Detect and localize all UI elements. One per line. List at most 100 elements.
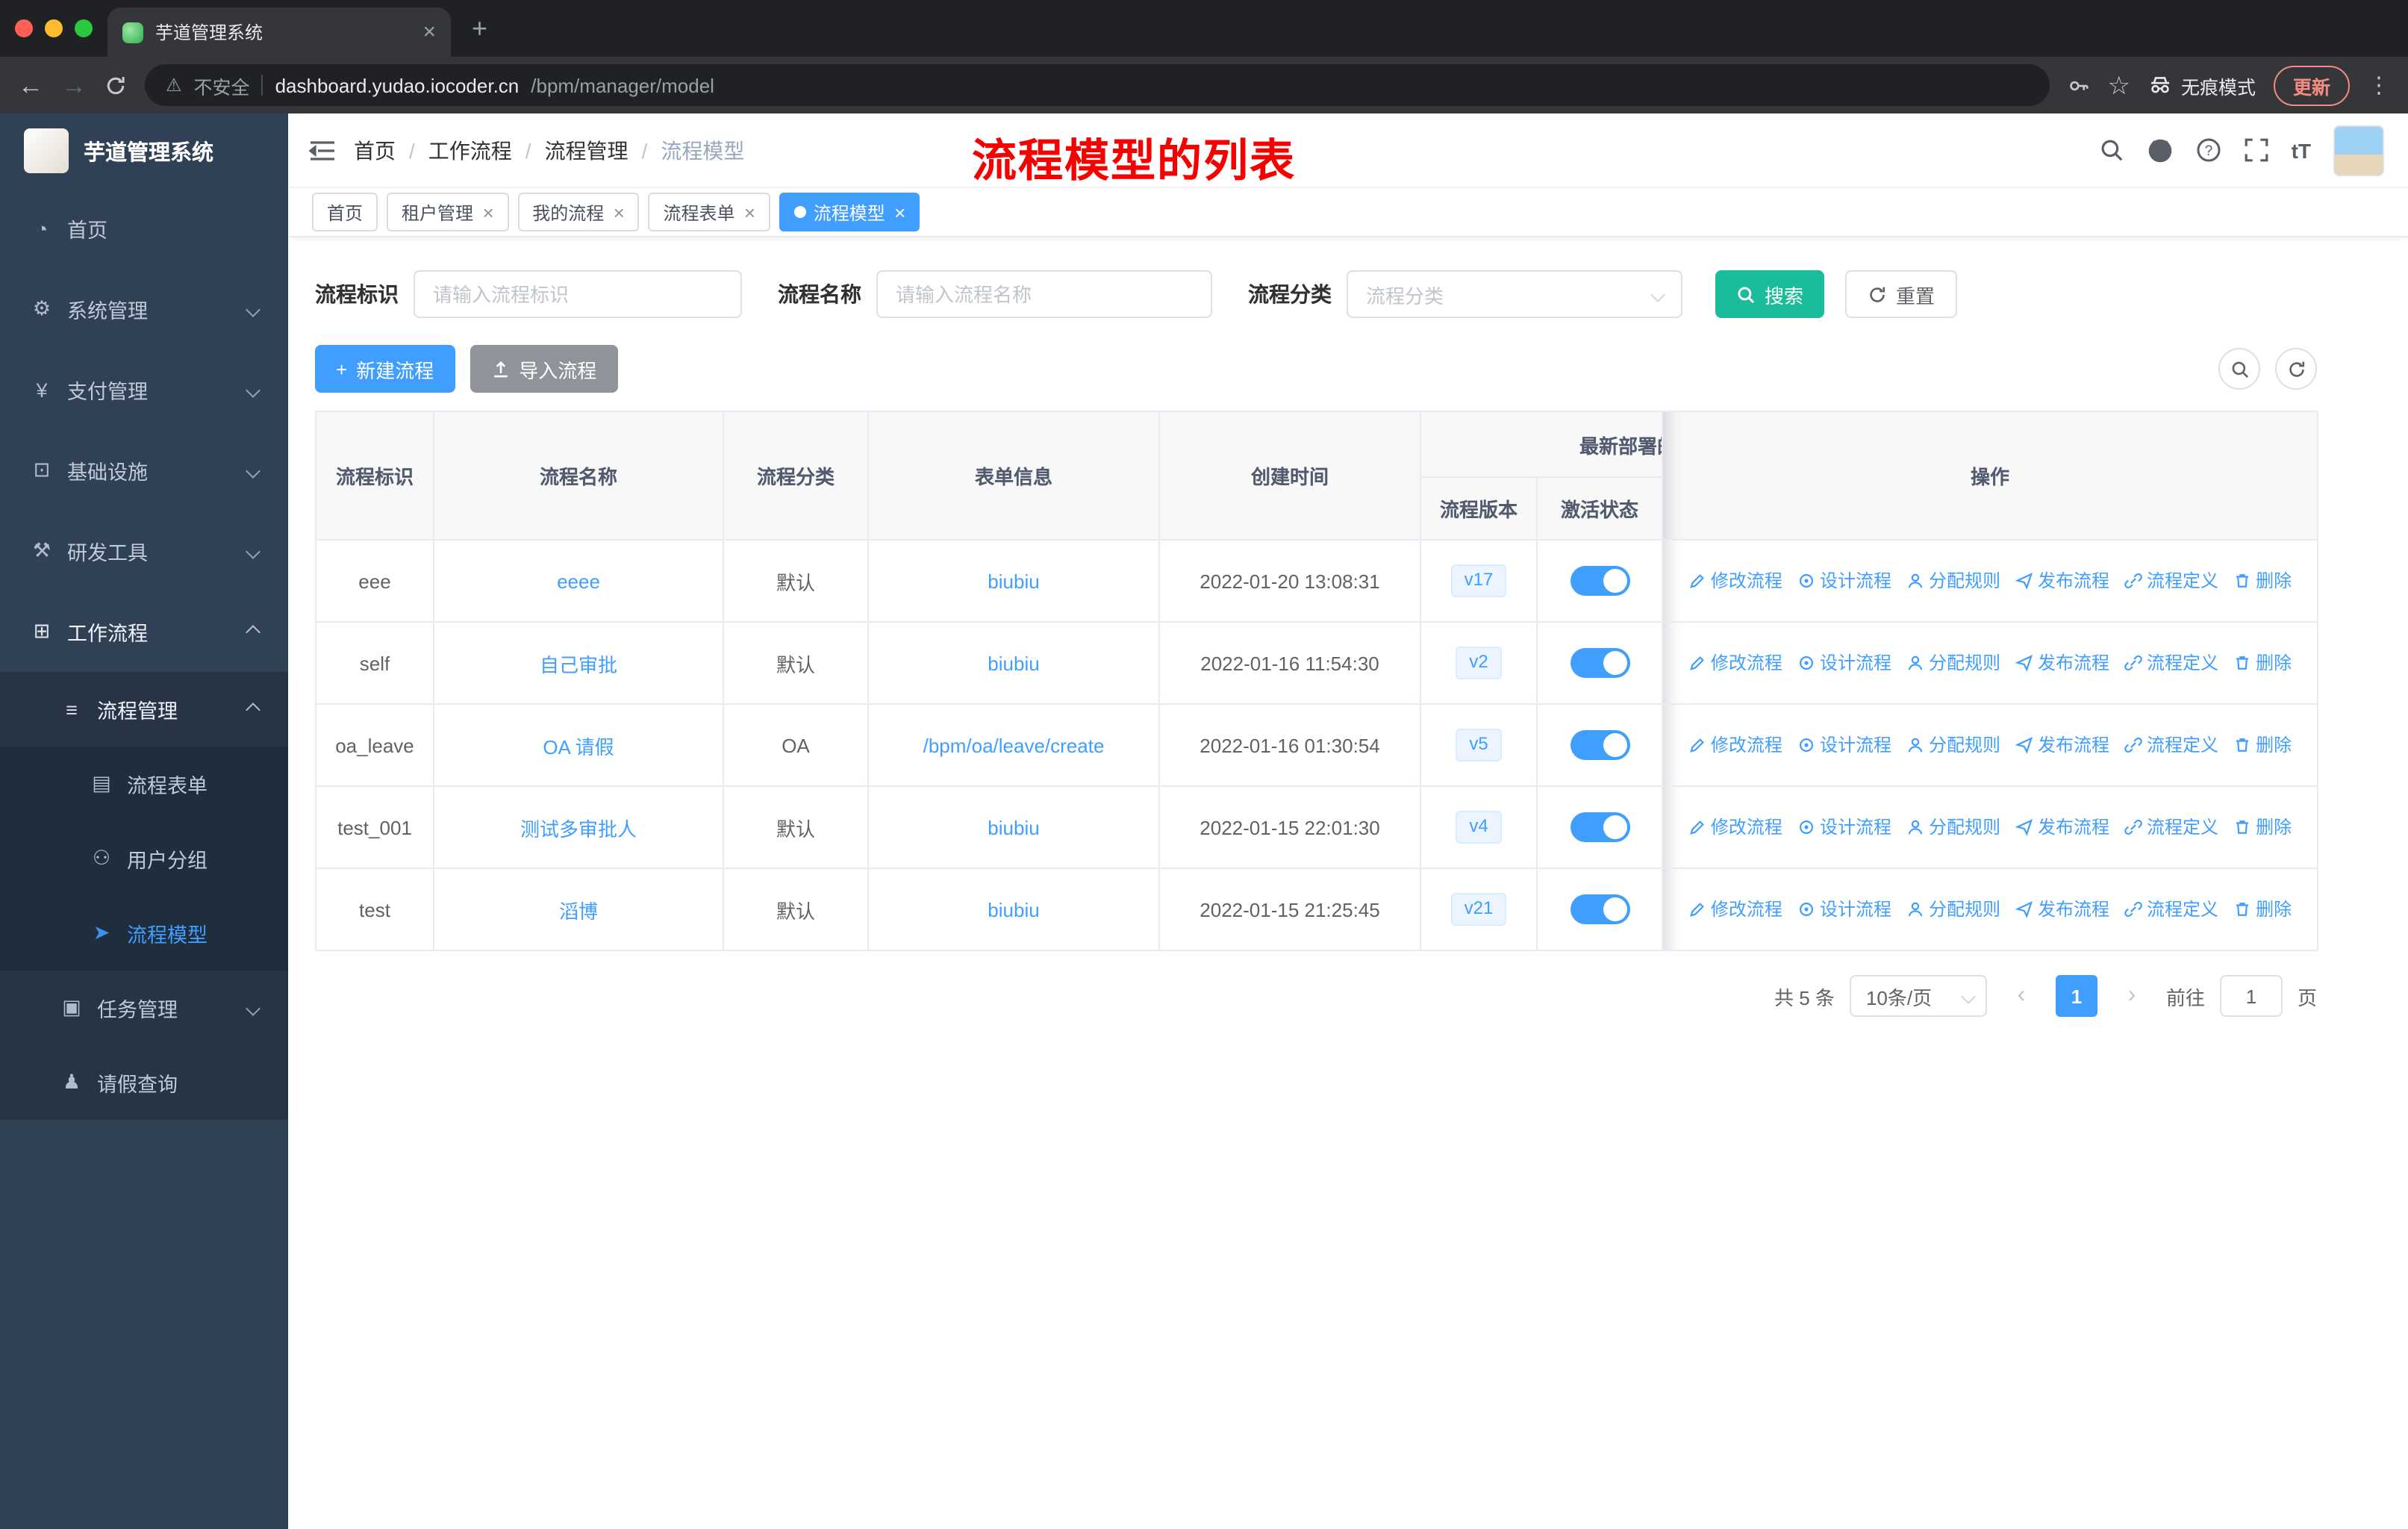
sidebar-item-infrastructure[interactable]: ⊡ 基础设施 [0, 430, 288, 511]
process-name-link[interactable]: 自己审批 [540, 653, 617, 676]
search-button[interactable]: 搜索 [1715, 270, 1825, 318]
sidebar-item-process-manage[interactable]: ≡ 流程管理 [0, 672, 288, 747]
sidebar-item-devtools[interactable]: ⚒ 研发工具 [0, 511, 288, 591]
form-info-link[interactable]: /bpm/oa/leave/create [923, 734, 1105, 756]
active-toggle[interactable] [1570, 894, 1629, 924]
form-info-link[interactable]: biubiu [988, 652, 1039, 674]
create-process-button[interactable]: + 新建流程 [315, 345, 455, 393]
address-bar[interactable]: ⚠ 不安全 dashboard.yudao.iocoder.cn/bpm/man… [145, 64, 2050, 106]
delete-button[interactable]: 删除 [2233, 897, 2292, 922]
security-label[interactable]: 不安全 [194, 71, 250, 99]
avatar[interactable] [2333, 125, 2384, 175]
search-icon[interactable] [2099, 137, 2124, 163]
publish-process-button[interactable]: 发布流程 [2015, 568, 2109, 594]
edit-process-button[interactable]: 修改流程 [1688, 568, 1782, 594]
update-button[interactable]: 更新 [2273, 65, 2350, 105]
process-definition-button[interactable]: 流程定义 [2124, 815, 2218, 840]
design-process-button[interactable]: 设计流程 [1797, 815, 1891, 840]
close-icon[interactable]: × [613, 201, 624, 223]
show-search-toggle-button[interactable] [2218, 348, 2260, 390]
form-info-link[interactable]: biubiu [988, 898, 1039, 921]
process-name-input[interactable] [876, 270, 1212, 318]
reset-button[interactable]: 重置 [1845, 270, 1958, 318]
delete-button[interactable]: 删除 [2233, 815, 2292, 840]
process-name-link[interactable]: 测试多审批人 [520, 818, 637, 840]
tag-process-model[interactable]: 流程模型 × [779, 193, 920, 231]
current-page-button[interactable]: 1 [2055, 975, 2097, 1017]
design-process-button[interactable]: 设计流程 [1797, 650, 1891, 676]
process-id-input[interactable] [414, 270, 742, 318]
back-icon[interactable]: ← [18, 72, 43, 98]
edit-process-button[interactable]: 修改流程 [1688, 650, 1782, 676]
edit-process-button[interactable]: 修改流程 [1688, 897, 1782, 922]
process-name-link[interactable]: eeee [557, 570, 600, 592]
forward-icon[interactable]: → [61, 72, 87, 98]
tag-my-process[interactable]: 我的流程 × [517, 193, 640, 231]
assign-rule-button[interactable]: 分配规则 [1906, 568, 2000, 594]
sidebar-item-process-form[interactable]: ▤ 流程表单 [0, 747, 288, 821]
form-info-link[interactable]: biubiu [988, 816, 1039, 838]
process-definition-button[interactable]: 流程定义 [2124, 568, 2218, 594]
new-tab-button[interactable]: + [472, 15, 487, 42]
minimize-window-button[interactable] [45, 19, 63, 37]
goto-page-input[interactable] [2219, 975, 2283, 1017]
close-window-button[interactable] [15, 19, 33, 37]
design-process-button[interactable]: 设计流程 [1797, 897, 1891, 922]
form-info-link[interactable]: biubiu [988, 570, 1039, 592]
sidebar-item-home[interactable]: ◔ 首页 [0, 188, 288, 269]
sidebar-item-leave-query[interactable]: ♟ 请假查询 [0, 1045, 288, 1120]
active-toggle[interactable] [1570, 812, 1629, 842]
process-name-link[interactable]: OA 请假 [543, 735, 614, 758]
assign-rule-button[interactable]: 分配规则 [1906, 897, 2000, 922]
publish-process-button[interactable]: 发布流程 [2015, 815, 2109, 840]
process-definition-button[interactable]: 流程定义 [2124, 732, 2218, 758]
delete-button[interactable]: 删除 [2233, 732, 2292, 758]
sidebar-item-workflow[interactable]: ⊞ 工作流程 [0, 591, 288, 672]
active-toggle[interactable] [1570, 566, 1629, 596]
close-icon[interactable]: × [744, 201, 755, 223]
sidebar-item-payment[interactable]: ¥ 支付管理 [0, 349, 288, 430]
fullscreen-icon[interactable] [2244, 137, 2269, 163]
category-select[interactable]: 流程分类 [1347, 270, 1682, 318]
tag-process-form[interactable]: 流程表单 × [648, 193, 770, 231]
sidebar-item-user-group[interactable]: ⚇ 用户分组 [0, 821, 288, 896]
refresh-table-button[interactable] [2275, 348, 2317, 390]
edit-process-button[interactable]: 修改流程 [1688, 732, 1782, 758]
publish-process-button[interactable]: 发布流程 [2015, 650, 2109, 676]
close-tab-icon[interactable]: × [422, 21, 436, 43]
help-icon[interactable]: ? [2196, 137, 2221, 163]
prev-page-button[interactable]: ‹ [2002, 975, 2041, 1017]
process-name-link[interactable]: 滔博 [559, 900, 598, 922]
edit-process-button[interactable]: 修改流程 [1688, 815, 1782, 840]
github-icon[interactable] [2147, 137, 2174, 164]
assign-rule-button[interactable]: 分配规则 [1906, 650, 2000, 676]
sidebar-item-process-model[interactable]: ➤ 流程模型 [0, 896, 288, 971]
font-size-icon[interactable]: tT [2292, 138, 2311, 162]
design-process-button[interactable]: 设计流程 [1797, 568, 1891, 594]
page-size-select[interactable]: 10条/页 [1849, 975, 1987, 1017]
assign-rule-button[interactable]: 分配规则 [1906, 815, 2000, 840]
sidebar-item-task-manage[interactable]: ▣ 任务管理 [0, 971, 288, 1045]
delete-button[interactable]: 删除 [2233, 650, 2292, 676]
bookmark-star-icon[interactable]: ☆ [2107, 72, 2130, 98]
reload-icon[interactable] [105, 74, 127, 96]
process-definition-button[interactable]: 流程定义 [2124, 897, 2218, 922]
breadcrumb-item[interactable]: 工作流程 [428, 135, 512, 165]
delete-button[interactable]: 删除 [2233, 568, 2292, 594]
assign-rule-button[interactable]: 分配规则 [1906, 732, 2000, 758]
active-toggle[interactable] [1570, 648, 1629, 678]
publish-process-button[interactable]: 发布流程 [2015, 897, 2109, 922]
zoom-window-button[interactable] [75, 19, 93, 37]
breadcrumb-item[interactable]: 流程管理 [545, 135, 628, 165]
process-definition-button[interactable]: 流程定义 [2124, 650, 2218, 676]
browser-tab[interactable]: 芋道管理系统 × [107, 7, 451, 57]
close-icon[interactable]: × [894, 201, 905, 223]
browser-menu-icon[interactable]: ⋮ [2368, 72, 2390, 99]
close-icon[interactable]: × [482, 201, 493, 223]
tag-home[interactable]: 首页 [312, 193, 378, 231]
next-page-button[interactable]: › [2112, 975, 2151, 1017]
tag-tenant-manage[interactable]: 租户管理 × [387, 193, 509, 231]
publish-process-button[interactable]: 发布流程 [2015, 732, 2109, 758]
sidebar-item-system[interactable]: ⚙ 系统管理 [0, 269, 288, 349]
import-process-button[interactable]: 导入流程 [470, 345, 618, 393]
